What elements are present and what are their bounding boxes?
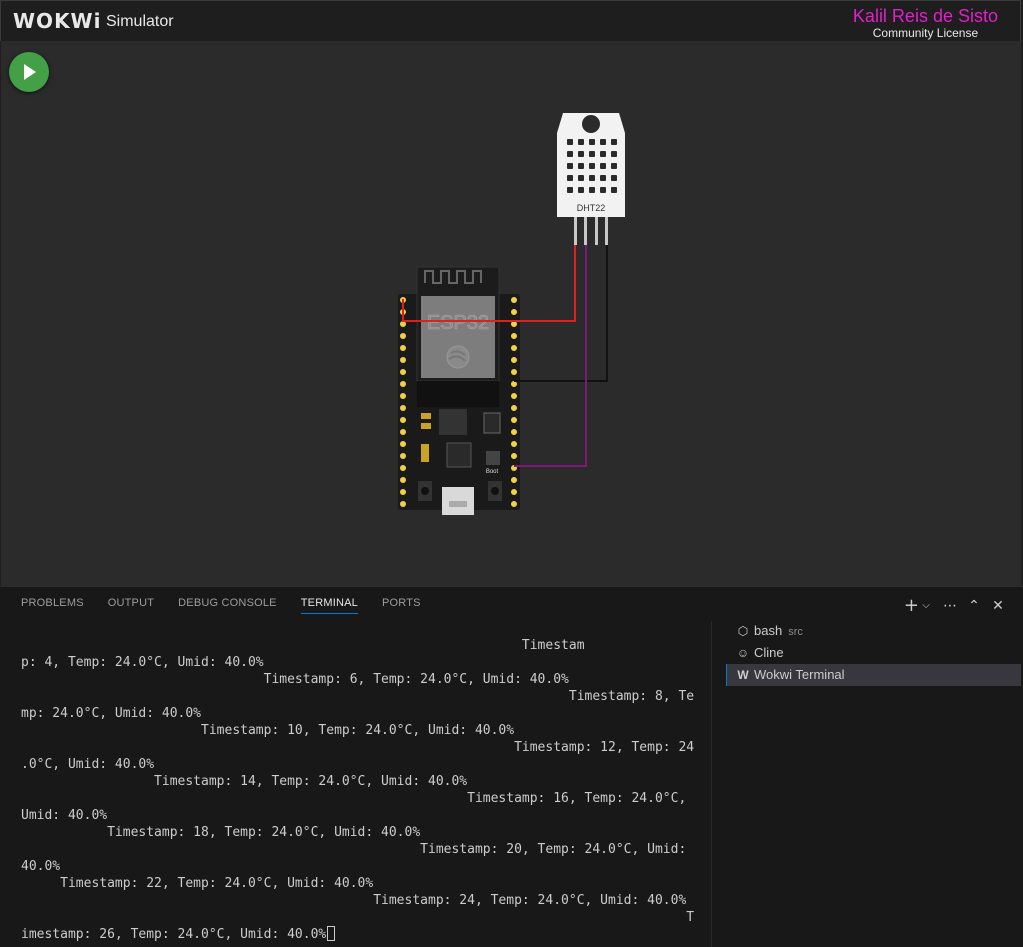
terminal-cursor xyxy=(327,926,336,941)
terminal-item-wokwi[interactable]: W Wokwi Terminal xyxy=(726,664,1021,686)
play-icon xyxy=(24,64,36,80)
tab-debug-console[interactable]: DEBUG CONSOLE xyxy=(178,597,277,614)
wire-gnd xyxy=(514,245,608,382)
terminal-line: Timestamp: 6, Temp: 24.0°C, Umid: 40.0% xyxy=(21,672,569,687)
terminal-line: Timestamp: 18, Temp: 24.0°C, Umid: 40.0% xyxy=(21,825,421,840)
terminal-item-sub: src xyxy=(788,626,803,638)
panel-actions: + ⌵ ⋯ ⌃ ✕ xyxy=(904,595,1005,616)
terminal-line: 40.0% xyxy=(21,859,61,874)
simulator-canvas[interactable]: ESP32 Boot DHT22 xyxy=(1,41,1021,586)
tab-ports[interactable]: PORTS xyxy=(382,597,421,614)
app-header: WOKWi Simulator Kalil Reis de Sisto Comm… xyxy=(0,0,1021,41)
wokwi-icon: W xyxy=(737,668,749,682)
panel-divider xyxy=(711,621,712,947)
license-info: Kalil Reis de Sisto Community License xyxy=(853,6,998,40)
esp32-board[interactable]: ESP32 Boot xyxy=(398,266,520,515)
terminal-line: .0°C, Umid: 40.0% xyxy=(21,757,155,772)
more-icon[interactable]: ⋯ xyxy=(943,598,957,614)
terminal-line: Timestamp: 24, Temp: 24.0°C, Umid: 40.0% xyxy=(21,893,687,908)
boot-label: Boot xyxy=(486,469,499,475)
terminal-line: Timestamp: 8, Te xyxy=(21,689,695,704)
terminal-line: Timestam xyxy=(21,638,585,653)
wokwi-logo[interactable]: WOKWi xyxy=(13,9,101,33)
tab-output[interactable]: OUTPUT xyxy=(108,597,154,614)
terminal-list: ⬡ bash src ☺ Cline W Wokwi Terminal xyxy=(726,620,1021,686)
terminal-item-label: Cline xyxy=(754,645,784,660)
terminal-item-cline[interactable]: ☺ Cline xyxy=(726,642,1021,664)
terminal-icon: ⬡ xyxy=(737,624,749,638)
terminal-line: imestamp: 26, Temp: 24.0°C, Umid: 40.0% xyxy=(21,926,711,943)
license-type: Community License xyxy=(872,26,979,40)
dht22-sensor[interactable]: DHT22 xyxy=(557,113,625,245)
sensor-label: DHT22 xyxy=(577,203,606,213)
terminal-line: Timestamp: 12, Temp: 24 xyxy=(21,740,695,755)
robot-icon: ☺ xyxy=(736,646,750,660)
terminal-line: Timestamp: 16, Temp: 24.0°C, xyxy=(21,791,687,806)
terminal-item-label: Wokwi Terminal xyxy=(754,667,845,682)
license-user: Kalil Reis de Sisto xyxy=(852,6,998,26)
tab-terminal[interactable]: TERMINAL xyxy=(300,597,358,614)
terminal-output[interactable]: Timestam p: 4, Temp: 24.0°C, Umid: 40.0% … xyxy=(21,637,711,947)
terminal-line: T xyxy=(21,910,695,925)
terminal-line: mp: 24.0°C, Umid: 40.0% xyxy=(21,706,202,721)
tab-problems[interactable]: PROBLEMS xyxy=(21,597,84,614)
play-button[interactable] xyxy=(9,52,49,92)
new-terminal-icon[interactable]: + xyxy=(904,595,919,616)
bottom-panel: PROBLEMS OUTPUT DEBUG CONSOLE TERMINAL P… xyxy=(0,586,1023,947)
close-icon[interactable]: ✕ xyxy=(991,598,1005,614)
terminal-item-label: bash xyxy=(754,623,783,638)
maximize-icon[interactable]: ⌃ xyxy=(967,598,981,614)
terminal-line: Timestamp: 20, Temp: 24.0°C, Umid: xyxy=(21,842,687,857)
terminal-line: Umid: 40.0% xyxy=(21,808,108,823)
terminal-line: Timestamp: 14, Temp: 24.0°C, Umid: 40.0% xyxy=(21,774,468,789)
chevron-down-icon[interactable]: ⌵ xyxy=(919,600,933,611)
terminal-line: p: 4, Temp: 24.0°C, Umid: 40.0% xyxy=(21,655,264,670)
terminal-line: Timestamp: 10, Temp: 24.0°C, Umid: 40.0% xyxy=(21,723,515,738)
board-label: ESP32 xyxy=(427,312,489,334)
panel-tabs: PROBLEMS OUTPUT DEBUG CONSOLE TERMINAL P… xyxy=(21,597,421,614)
terminal-item-bash[interactable]: ⬡ bash src xyxy=(726,620,1021,642)
app-title: Simulator xyxy=(106,13,174,30)
terminal-line: Timestamp: 22, Temp: 24.0°C, Umid: 40.0% xyxy=(21,876,374,891)
